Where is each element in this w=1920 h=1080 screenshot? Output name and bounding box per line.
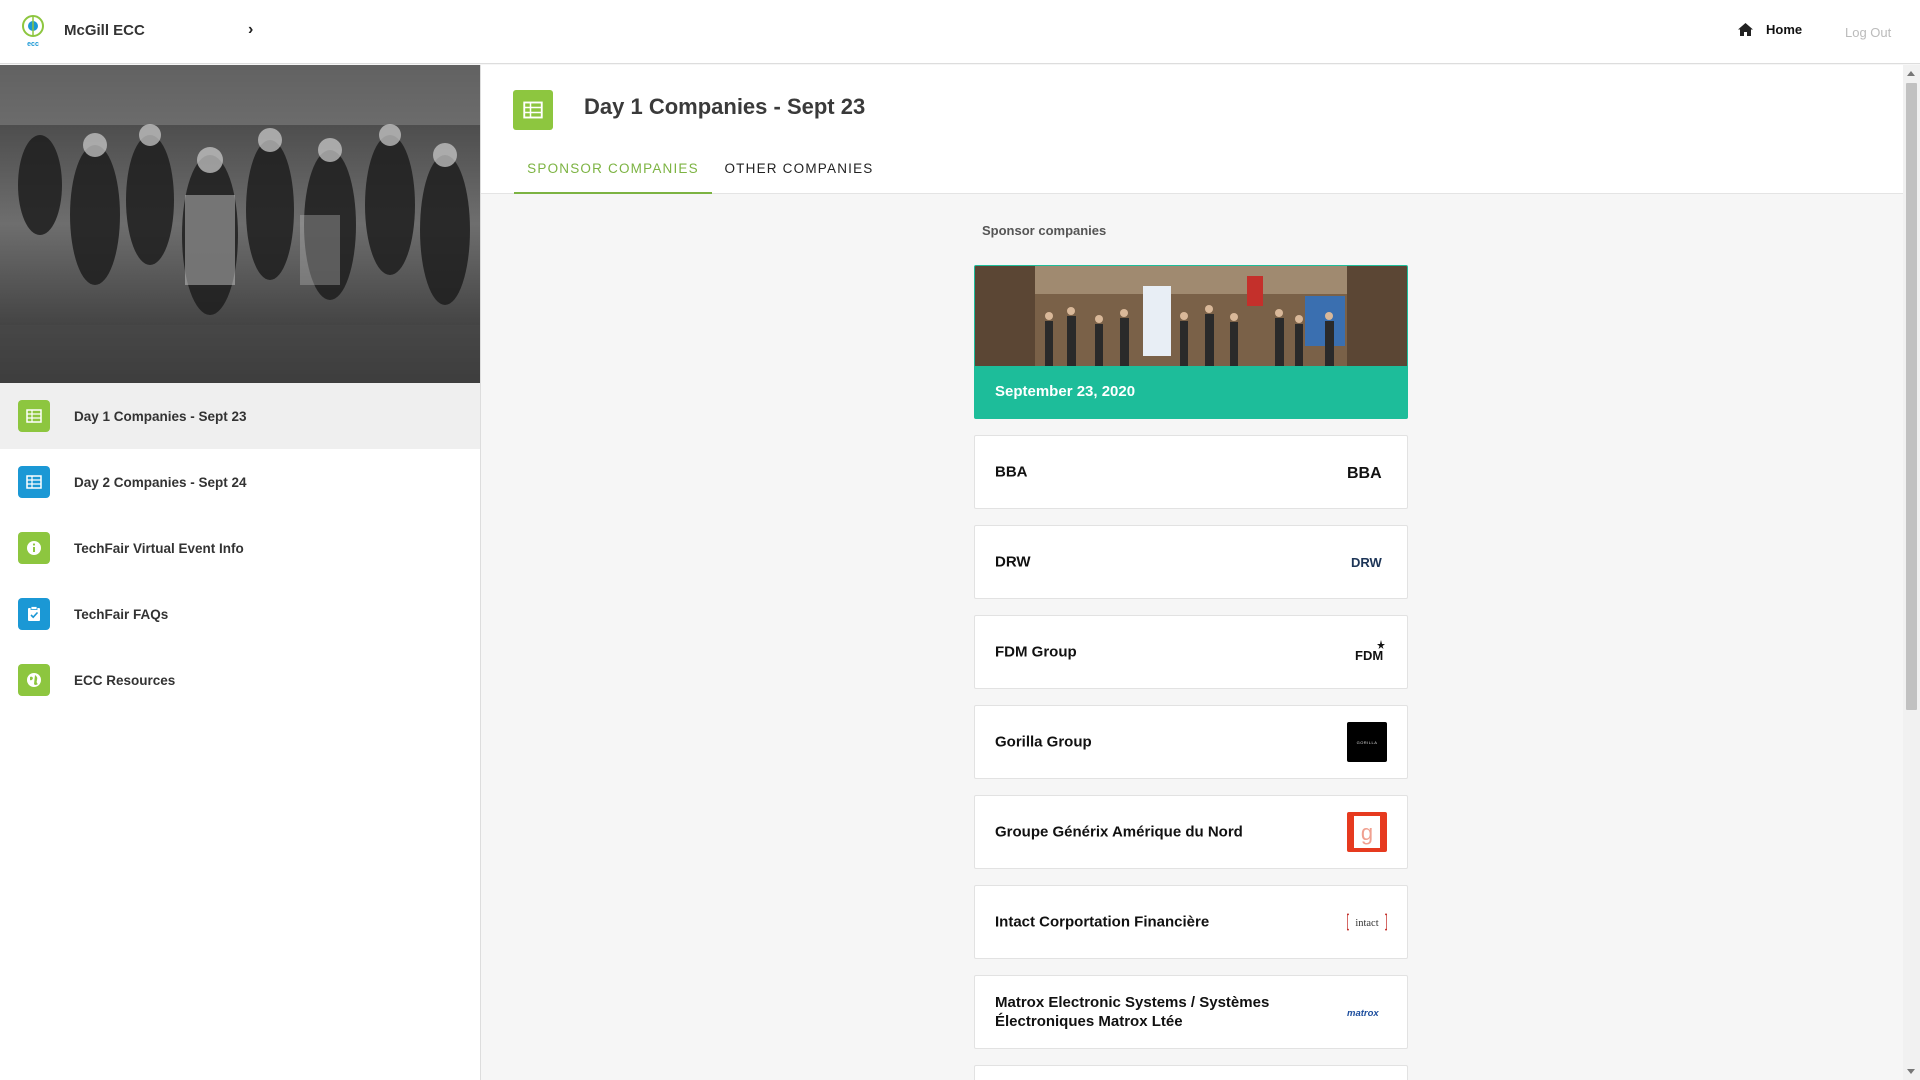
company-name: Intact Corportation Financière <box>995 913 1210 931</box>
tab-other-companies[interactable]: OTHER COMPANIES <box>714 161 884 194</box>
drw-logo-text: DRW <box>1351 555 1383 570</box>
company-name: BBA <box>995 463 1028 481</box>
main-content: Day 1 Companies - Sept 23 SPONSOR COMPAN… <box>481 65 1903 1080</box>
building-icon <box>18 400 50 432</box>
logout-link[interactable]: Log Out <box>1845 25 1891 40</box>
intact-logo: intact <box>1347 902 1387 942</box>
checklist-icon <box>18 598 50 630</box>
company-card-next[interactable] <box>974 1065 1408 1080</box>
sidebar-item-label: TechFair Virtual Event Info <box>74 540 244 556</box>
intact-logo-text: intact <box>1355 918 1378 929</box>
generix-logo: g <box>1347 812 1387 852</box>
gorilla-logo: GORILLA <box>1347 722 1387 762</box>
sidebar-item-day2-companies[interactable]: Day 2 Companies - Sept 24 <box>0 449 480 515</box>
scroll-down-arrow-icon[interactable] <box>1907 1069 1915 1074</box>
globe-icon <box>18 664 50 696</box>
top-bar: ecc McGill ECC › Home Log Out <box>0 0 1920 64</box>
page-header: Day 1 Companies - Sept 23 SPONSOR COMPAN… <box>481 65 1903 194</box>
page-title: Day 1 Companies - Sept 23 <box>584 94 866 119</box>
brand-logo-caption: ecc <box>27 41 39 48</box>
company-card-bba[interactable]: BBA BBA <box>974 435 1408 509</box>
building-icon <box>18 466 50 498</box>
gorilla-logo-text: GORILLA <box>1357 740 1378 745</box>
section-label: Sponsor companies <box>982 223 1107 238</box>
brand-logo[interactable]: ecc <box>20 14 46 48</box>
company-card-intact[interactable]: Intact Corportation Financière intact <box>974 885 1408 959</box>
fdm-logo-text: FDM <box>1355 648 1383 663</box>
sidebar-item-day1-companies[interactable]: Day 1 Companies - Sept 23 <box>0 383 480 449</box>
fdm-logo: FDM <box>1347 632 1387 672</box>
drw-logo: DRW <box>1347 542 1387 582</box>
company-card-gorilla-group[interactable]: Gorilla Group GORILLA <box>974 705 1408 779</box>
info-icon <box>18 532 50 564</box>
bba-logo-text: BBA <box>1347 465 1382 481</box>
home-link[interactable]: Home <box>1738 22 1802 37</box>
sidebar-item-label: Day 1 Companies - Sept 23 <box>74 408 247 424</box>
bba-logo: BBA <box>1347 452 1387 492</box>
company-card-matrox[interactable]: Matrox Electronic Systems / Systèmes Éle… <box>974 975 1408 1049</box>
event-photo <box>975 266 1407 366</box>
company-card-fdm-group[interactable]: FDM Group FDM <box>974 615 1408 689</box>
sidebar-item-label: ECC Resources <box>74 672 176 688</box>
banner-date: September 23, 2020 <box>995 383 1136 400</box>
scroll-thumb[interactable] <box>1906 83 1917 710</box>
tab-sponsor-companies[interactable]: SPONSOR COMPANIES <box>514 161 712 194</box>
matrox-logo: matrox <box>1347 992 1387 1032</box>
home-label: Home <box>1766 22 1803 37</box>
company-name: Matrox Electronic Systems / Systèmes Éle… <box>995 994 1270 1030</box>
company-name: Gorilla Group <box>995 733 1092 751</box>
sidebar-hero-image <box>0 65 480 383</box>
company-card-drw[interactable]: DRW DRW <box>974 525 1408 599</box>
sidebar-item-label: TechFair FAQs <box>74 606 169 622</box>
sidebar-item-ecc-resources[interactable]: ECC Resources <box>0 647 480 713</box>
generix-logo-text: g <box>1361 820 1373 845</box>
matrox-logo-text: matrox <box>1347 1008 1379 1019</box>
sidebar-item-techfair-faqs[interactable]: TechFair FAQs <box>0 581 480 647</box>
ecc-logo-icon: ecc <box>22 15 44 48</box>
chevron-right-icon[interactable]: › <box>248 21 253 39</box>
sidebar-item-techfair-info[interactable]: TechFair Virtual Event Info <box>0 515 480 581</box>
sidebar-item-label: Day 2 Companies - Sept 24 <box>74 474 247 490</box>
company-name: FDM Group <box>995 643 1077 661</box>
sidebar: Day 1 Companies - Sept 23 Day 2 Companie… <box>0 65 481 1080</box>
brand-title[interactable]: McGill ECC <box>64 22 145 39</box>
company-name: Groupe Générix Amérique du Nord <box>995 823 1243 841</box>
home-icon <box>1738 23 1753 36</box>
company-card-generix[interactable]: Groupe Générix Amérique du Nord g <box>974 795 1408 869</box>
event-date-banner[interactable]: September 23, 2020 <box>974 265 1408 419</box>
scroll-up-arrow-icon[interactable] <box>1907 71 1915 76</box>
company-name: DRW <box>995 553 1031 571</box>
scrollbar[interactable] <box>1903 65 1920 1080</box>
building-icon <box>513 90 553 130</box>
